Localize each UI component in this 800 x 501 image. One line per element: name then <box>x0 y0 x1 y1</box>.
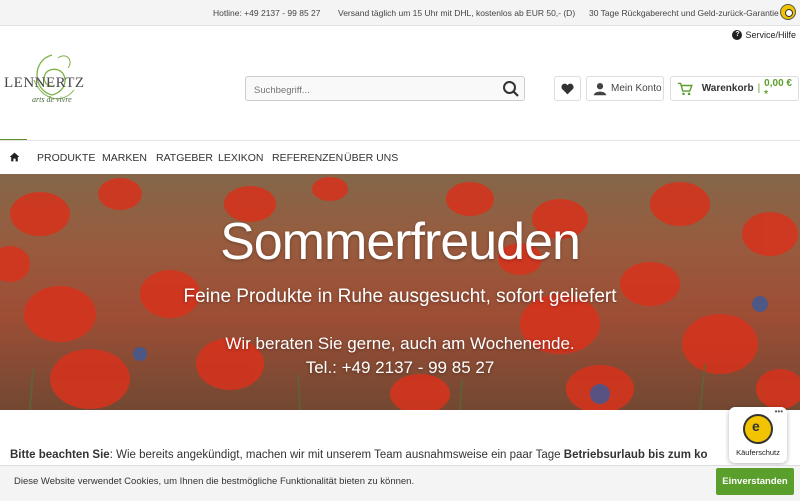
cart-icon <box>677 82 693 95</box>
hero-banner[interactable]: Sommerfreuden Feine Produkte in Ruhe aus… <box>0 174 800 410</box>
cart-separator: | <box>757 83 761 94</box>
heart-icon <box>561 83 574 94</box>
main-navigation: PRODUKTE MARKEN RATGEBER LEXIKON REFEREN… <box>0 140 800 175</box>
search-icon[interactable] <box>502 80 520 98</box>
shipping-text: Versand täglich um 15 Uhr mit DHL, koste… <box>338 8 576 18</box>
search-input[interactable] <box>252 81 496 99</box>
home-icon[interactable] <box>9 152 20 162</box>
nav-item-marken[interactable]: MARKEN <box>102 152 147 164</box>
search-box <box>245 76 525 101</box>
cart-button[interactable]: Warenkorb | 0,00 € * <box>670 76 799 101</box>
hotline-text: Hotline: +49 2137 - 99 85 27 <box>213 8 321 18</box>
user-icon <box>593 82 607 95</box>
widget-menu-icon[interactable]: ••• <box>775 407 783 416</box>
nav-item-referenzen[interactable]: REFERENZEN <box>272 152 343 164</box>
logo-tagline: arts de vivre <box>32 95 72 104</box>
notice-lead: Bitte beachten Sie <box>10 449 110 461</box>
notice-bold-tail: Betriebsurlaub bis zum ko <box>563 449 708 461</box>
cart-label: Warenkorb <box>701 83 754 94</box>
hero-consult-text: Wir beraten Sie gerne, auch am Wochenend… <box>225 334 575 353</box>
help-icon: ? <box>732 30 743 40</box>
nav-item-ratgeber[interactable]: RATGEBER <box>156 152 213 164</box>
wishlist-button[interactable] <box>554 76 581 101</box>
logo-name: LENNERTZ <box>4 75 85 91</box>
trusted-shops-seal-icon <box>743 414 773 444</box>
my-account-button[interactable]: Mein Konto <box>586 76 664 101</box>
cookie-accept-button[interactable]: Einverstanden <box>716 468 794 495</box>
hero-subline: Feine Produkte in Ruhe ausgesucht, sofor… <box>183 286 617 307</box>
trusted-shops-badge-icon[interactable] <box>780 4 796 20</box>
vacation-notice: Bitte beachten Sie: Wie bereits angekünd… <box>10 449 770 461</box>
buyer-protection-label: Käuferschutz <box>736 448 780 457</box>
hero-headline: Sommerfreuden <box>220 213 581 271</box>
top-info-bar: Hotline: +49 2137 - 99 85 27 Versand täg… <box>0 0 800 26</box>
cookie-bar: Diese Website verwendet Cookies, um Ihne… <box>0 465 800 501</box>
cookie-text: Diese Website verwendet Cookies, um Ihne… <box>14 476 415 487</box>
nav-item-ueber-uns[interactable]: ÜBER UNS <box>344 152 398 164</box>
hero-phone: Tel.: +49 2137 - 99 85 27 <box>305 358 495 377</box>
service-help-link[interactable]: ? Service/Hilfe <box>732 30 796 40</box>
service-help-label: Service/Hilfe <box>745 30 796 40</box>
cart-total: 0,00 € * <box>764 77 792 100</box>
guarantee-text: 30 Tage Rückgaberecht und Geld-zurück-Ga… <box>589 8 779 18</box>
logo[interactable]: LENNERTZ arts de vivre <box>4 50 94 115</box>
nav-item-lexikon[interactable]: LEXIKON <box>218 152 264 164</box>
trusted-shops-widget[interactable]: ••• Käuferschutz <box>729 407 787 463</box>
my-account-label: Mein Konto <box>611 83 662 94</box>
notice-text: : Wie bereits angekündigt, machen wir mi… <box>109 449 564 461</box>
nav-item-produkte[interactable]: PRODUKTE <box>37 152 95 164</box>
